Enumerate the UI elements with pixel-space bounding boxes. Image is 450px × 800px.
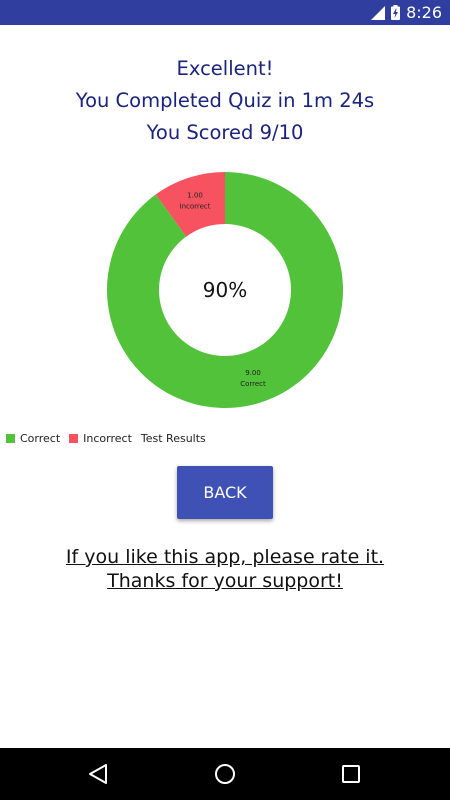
nav-home-button[interactable] (211, 760, 239, 788)
back-button[interactable]: BACK (177, 466, 273, 519)
recents-icon (342, 765, 360, 783)
legend-swatch-incorrect (69, 434, 79, 443)
score-text: You Scored 9/10 (146, 121, 304, 144)
status-bar: 8:26 (0, 0, 450, 25)
home-icon (215, 764, 235, 784)
thanks-link[interactable]: Thanks for your support! (0, 570, 450, 592)
nav-recents-button[interactable] (337, 760, 365, 788)
legend-item-incorrect: Incorrect (69, 432, 132, 445)
status-icons: 8:26 (371, 0, 442, 25)
slice-value-label-incorrect: 1.00 (187, 192, 203, 200)
slice-category-label-correct: Correct (240, 380, 266, 388)
battery-icon (391, 5, 401, 20)
chart-legend: Correct Incorrect Test Results (6, 432, 206, 445)
signal-icon (371, 5, 386, 20)
slice-value-label-correct: 9.00 (245, 369, 261, 377)
result-heading: Excellent! (176, 57, 274, 80)
legend-title: Test Results (140, 432, 206, 445)
status-time: 8:26 (406, 3, 442, 22)
legend-item-correct: Correct (6, 432, 60, 445)
center-percent-label: 90% (203, 278, 247, 302)
results-donut-chart: 1.00 Incorrect 9.00 Correct 90% (106, 172, 344, 408)
nav-back-button[interactable] (84, 760, 112, 788)
slice-category-label-incorrect: Incorrect (180, 203, 211, 211)
legend-label-incorrect: Incorrect (83, 432, 132, 445)
navigation-bar (0, 748, 450, 800)
legend-label-correct: Correct (20, 432, 61, 445)
rate-app-link[interactable]: If you like this app, please rate it. (0, 546, 450, 568)
legend-swatch-correct (6, 434, 15, 443)
back-icon (89, 764, 107, 784)
completion-time-text: You Completed Quiz in 1m 24s (75, 89, 375, 112)
